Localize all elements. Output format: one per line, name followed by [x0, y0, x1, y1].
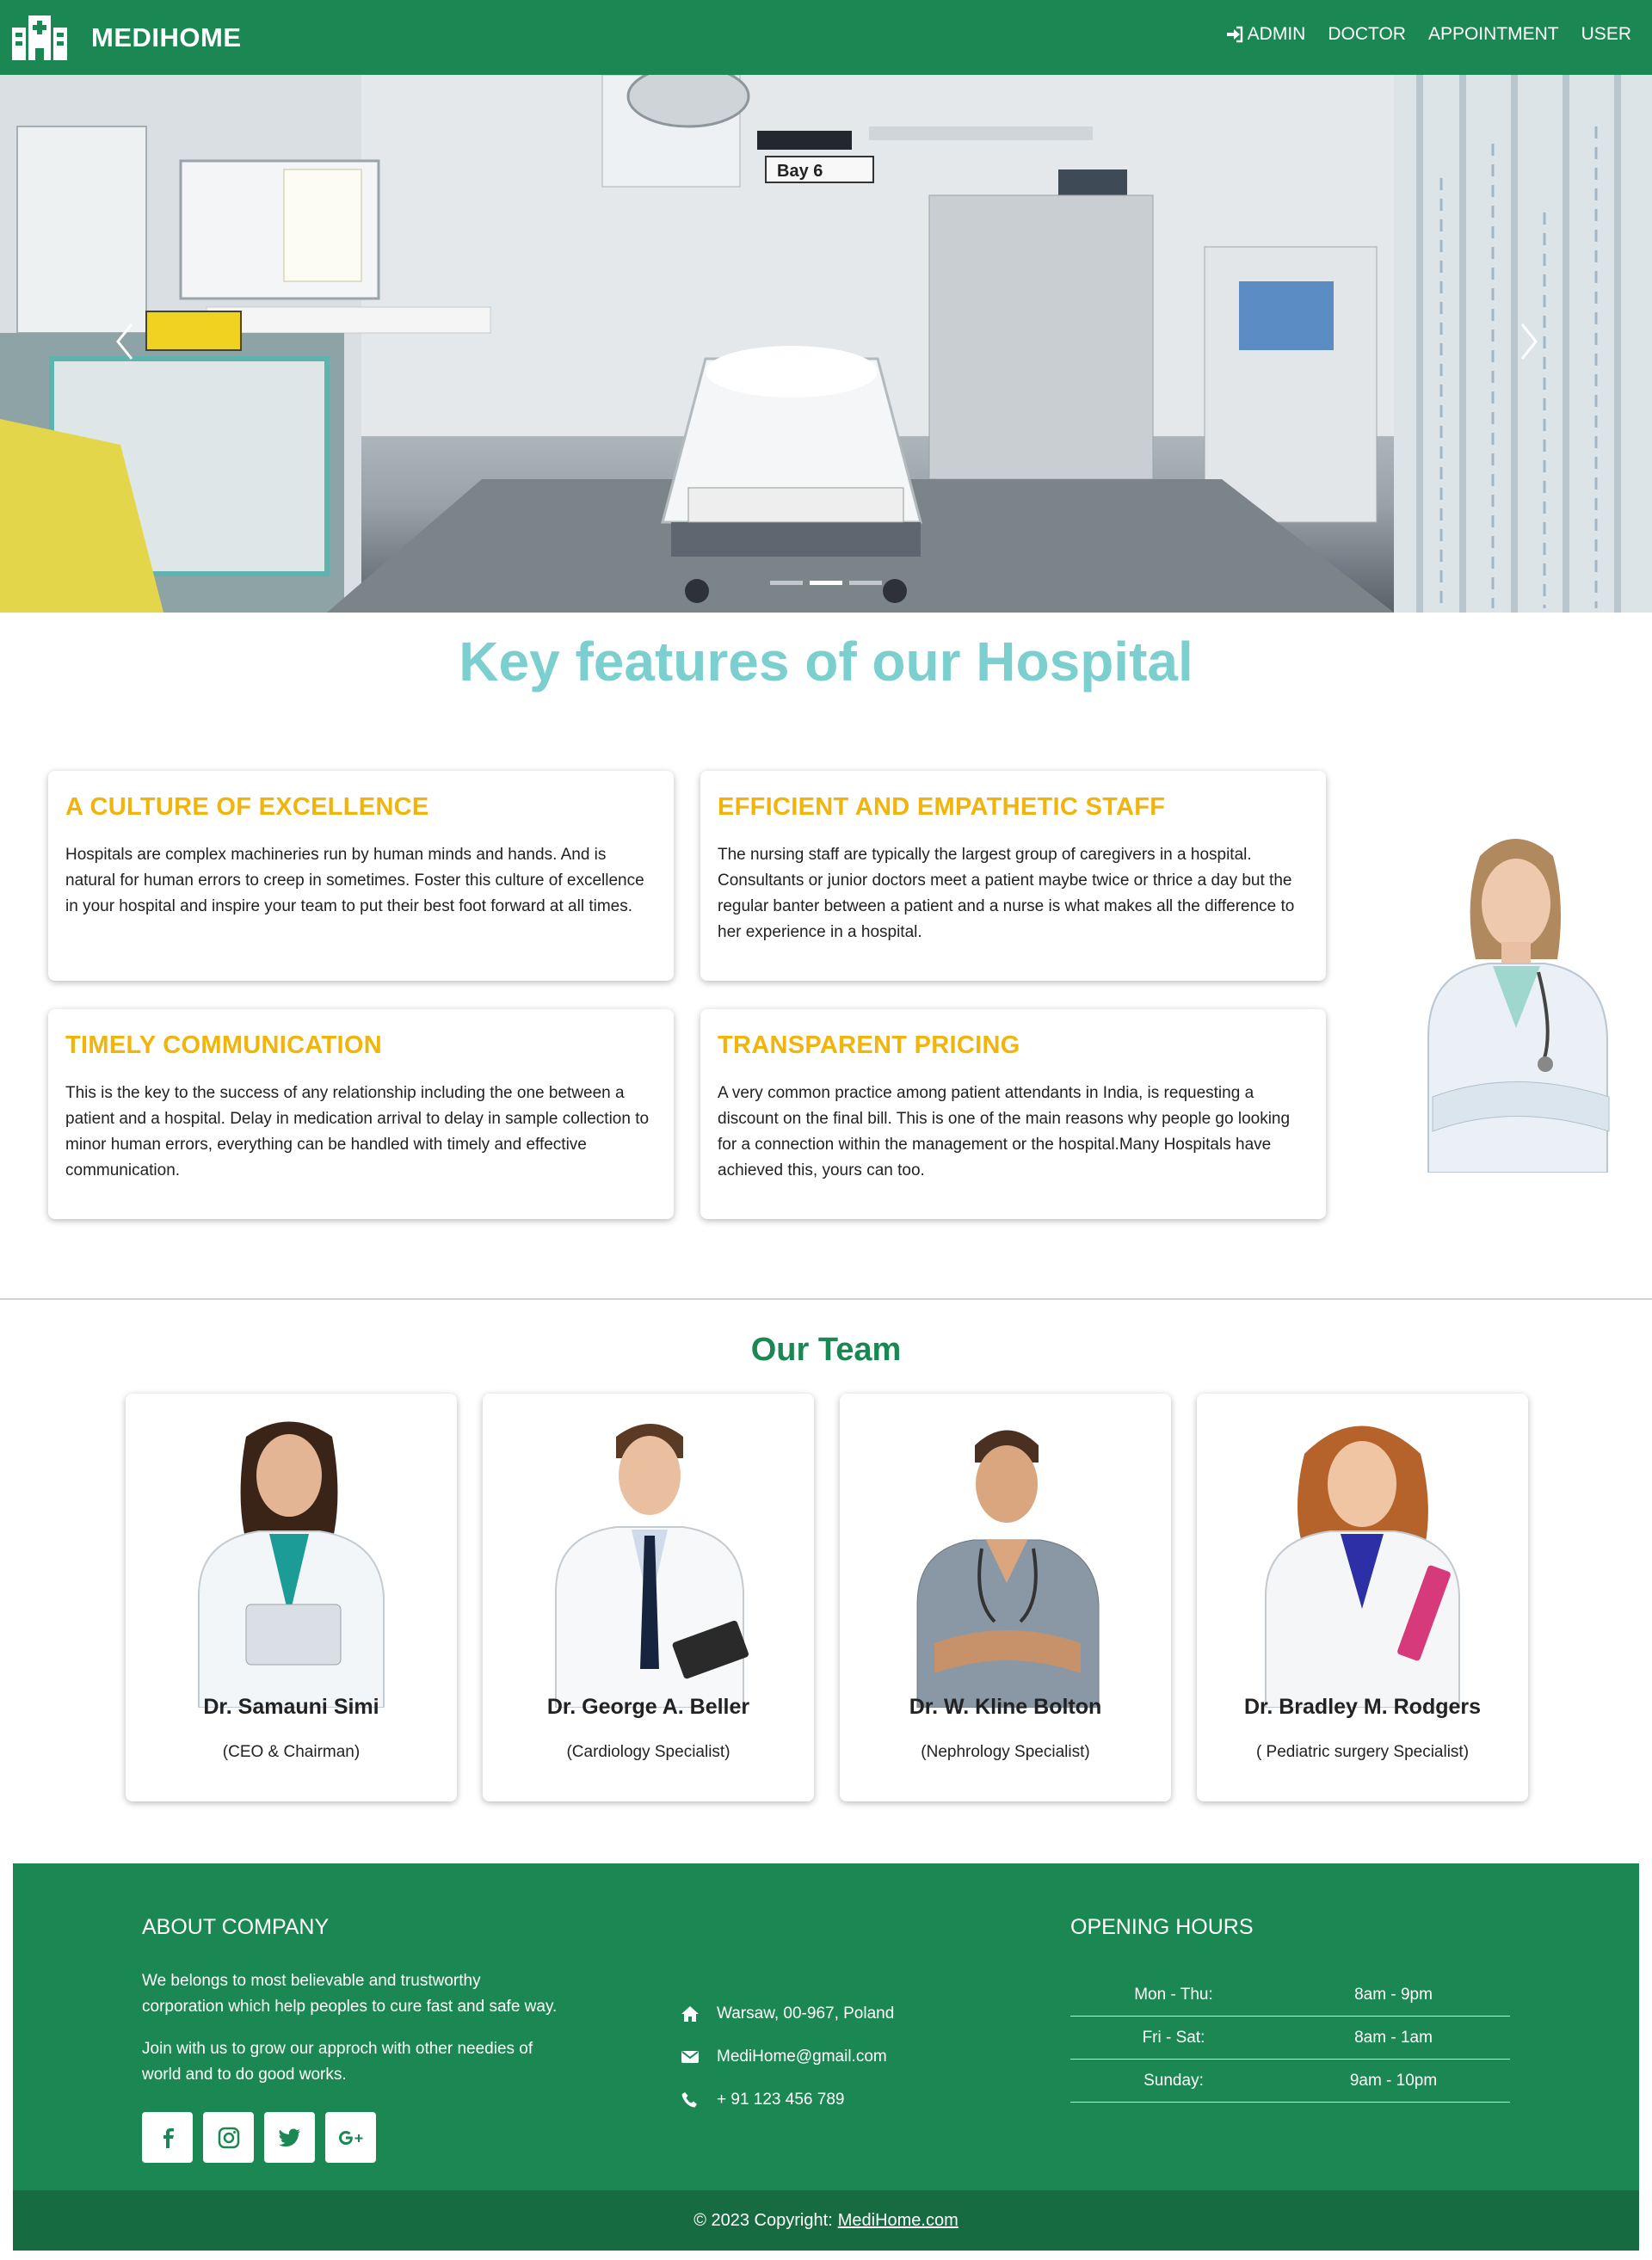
- sign-in-icon: [1226, 26, 1242, 43]
- team-member-photo: [916, 1430, 1100, 1708]
- contact-phone: + 91 123 456 789: [681, 2091, 844, 2109]
- team-member-role: (Cardiology Specialist): [566, 1743, 730, 1761]
- opening-hours-table: Mon - Thu: 8am - 9pm Fri - Sat: 8am - 1a…: [1070, 1974, 1510, 2103]
- nav-appointment[interactable]: APPOINTMENT: [1428, 24, 1559, 45]
- contact-text: MediHome@gmail.com: [717, 2048, 887, 2066]
- copyright-link[interactable]: MediHome.com: [838, 2211, 959, 2231]
- team-member-role: (CEO & Chairman): [222, 1743, 361, 1761]
- google-plus-icon: [338, 2130, 362, 2145]
- features-title: Key features of our Hospital: [459, 631, 1193, 693]
- team-member-name: Dr. George A. Beller: [546, 1695, 750, 1719]
- contact-text: + 91 123 456 789: [717, 2091, 845, 2109]
- nav-admin-label: ADMIN: [1247, 24, 1306, 44]
- doctor-illustration-image: [1427, 839, 1610, 1173]
- footer-about-heading: ABOUT COMPANY: [142, 1915, 330, 1939]
- hours-day: Sunday:: [1143, 2071, 1204, 2090]
- footer-about-line: We belongs to most believable and trustw…: [142, 1972, 481, 1990]
- nav-doctor[interactable]: DOCTOR: [1328, 24, 1406, 45]
- facebook-icon: [163, 2128, 174, 2148]
- facebook-button[interactable]: [142, 2112, 193, 2163]
- team-card: Dr. W. Kline Bolton (Nephrology Speciali…: [840, 1394, 1171, 1801]
- nav-admin[interactable]: ADMIN: [1225, 24, 1306, 45]
- footer-about-line: world and to do good works.: [142, 2066, 347, 2084]
- social-links: [142, 2112, 376, 2163]
- feature-card-staff: EFFICIENT AND EMPATHETIC STAFF The nursi…: [700, 771, 1326, 981]
- bay-sign: Bay 6: [777, 162, 823, 181]
- feature-title: A CULTURE OF EXCELLENCE: [65, 793, 429, 821]
- feature-text: A very common practice among patient att…: [718, 1084, 1291, 1179]
- footer-about-line: Join with us to grow our approch with ot…: [142, 2040, 533, 2058]
- carousel-next-icon[interactable]: [1512, 316, 1546, 367]
- team-card: Dr. George A. Beller (Cardiology Special…: [483, 1394, 814, 1801]
- carousel-indicators: [770, 581, 882, 585]
- feature-title: EFFICIENT AND EMPATHETIC STAFF: [718, 793, 1166, 821]
- navbar: MEDIHOME ADMIN DOCTOR APPOINTMENT USER: [0, 0, 1652, 75]
- hours-time: 8am - 9pm: [1354, 1985, 1433, 2004]
- hours-row: Sunday: 9am - 10pm: [1070, 2060, 1510, 2103]
- feature-card-pricing: TRANSPARENT PRICING A very common practi…: [700, 1009, 1326, 1219]
- hospital-logo-icon: [12, 15, 67, 60]
- hospital-bay-image: Bay 6: [0, 75, 1652, 613]
- phone-icon: [681, 2092, 697, 2108]
- home-icon: [681, 2006, 699, 2022]
- section-divider: [0, 1298, 1652, 1300]
- footer-hours-heading: OPENING HOURS: [1070, 1915, 1254, 1939]
- nav-user[interactable]: USER: [1581, 24, 1631, 45]
- feature-text: The nursing staff are typically the larg…: [718, 846, 1295, 941]
- hours-time: 8am - 1am: [1354, 2028, 1433, 2047]
- hours-row: Fri - Sat: 8am - 1am: [1070, 2017, 1510, 2060]
- feature-card-excellence: A CULTURE OF EXCELLENCE Hospitals are co…: [48, 771, 674, 981]
- instagram-button[interactable]: [203, 2112, 254, 2163]
- hours-day: Fri - Sat:: [1142, 2028, 1205, 2047]
- team-member-photo: [555, 1424, 749, 1708]
- copyright-bar: © 2023 Copyright: MediHome.com: [13, 2190, 1639, 2251]
- carousel-indicator-3[interactable]: [849, 581, 882, 585]
- team-card: Dr. Bradley M. Rodgers ( Pediatric surge…: [1197, 1394, 1528, 1801]
- carousel-indicator-2[interactable]: [810, 581, 842, 585]
- team-member-name: Dr. W. Kline Bolton: [909, 1695, 1102, 1719]
- team-member-role: ( Pediatric surgery Specialist): [1255, 1743, 1470, 1761]
- google-plus-button[interactable]: [325, 2112, 376, 2163]
- contact-text: Warsaw, 00-967, Poland: [717, 2004, 895, 2023]
- carousel-indicator-1[interactable]: [770, 581, 803, 585]
- team-card: Dr. Samauni Simi (CEO & Chairman): [126, 1394, 457, 1801]
- hero-carousel: Bay 6: [0, 75, 1652, 613]
- feature-text: Hospitals are complex machineries run by…: [65, 846, 644, 915]
- team-member-photo: [198, 1421, 385, 1708]
- team-member-name: Dr. Samauni Simi: [203, 1695, 379, 1719]
- team-member-name: Dr. Bradley M. Rodgers: [1243, 1695, 1482, 1719]
- twitter-icon: [278, 2128, 300, 2146]
- hours-row: Mon - Thu: 8am - 9pm: [1070, 1974, 1510, 2017]
- nav-links: ADMIN DOCTOR APPOINTMENT USER: [1225, 24, 1631, 45]
- feature-card-communication: TIMELY COMMUNICATION This is the key to …: [48, 1009, 674, 1219]
- brand[interactable]: MEDIHOME: [12, 15, 242, 60]
- instagram-icon: [218, 2127, 239, 2148]
- feature-title: TIMELY COMMUNICATION: [65, 1031, 382, 1059]
- feature-title: TRANSPARENT PRICING: [718, 1031, 1020, 1059]
- hours-time: 9am - 10pm: [1349, 2071, 1438, 2090]
- team-member-photo: [1265, 1426, 1460, 1708]
- copyright-text: © 2023 Copyright:: [693, 2210, 833, 2230]
- hours-day: Mon - Thu:: [1134, 1985, 1213, 2004]
- team-title: Our Team: [750, 1332, 902, 1368]
- team-member-role: (Nephrology Specialist): [921, 1743, 1090, 1761]
- contact-address: Warsaw, 00-967, Poland: [681, 2004, 894, 2023]
- footer-about-line: corporation which help peoples to cure f…: [142, 1998, 558, 2016]
- mail-icon: [681, 2051, 699, 2063]
- feature-text: This is the key to the success of any re…: [65, 1084, 650, 1179]
- carousel-prev-icon[interactable]: [108, 316, 142, 367]
- contact-email: MediHome@gmail.com: [681, 2048, 887, 2066]
- brand-name: MEDIHOME: [91, 22, 242, 52]
- twitter-button[interactable]: [264, 2112, 315, 2163]
